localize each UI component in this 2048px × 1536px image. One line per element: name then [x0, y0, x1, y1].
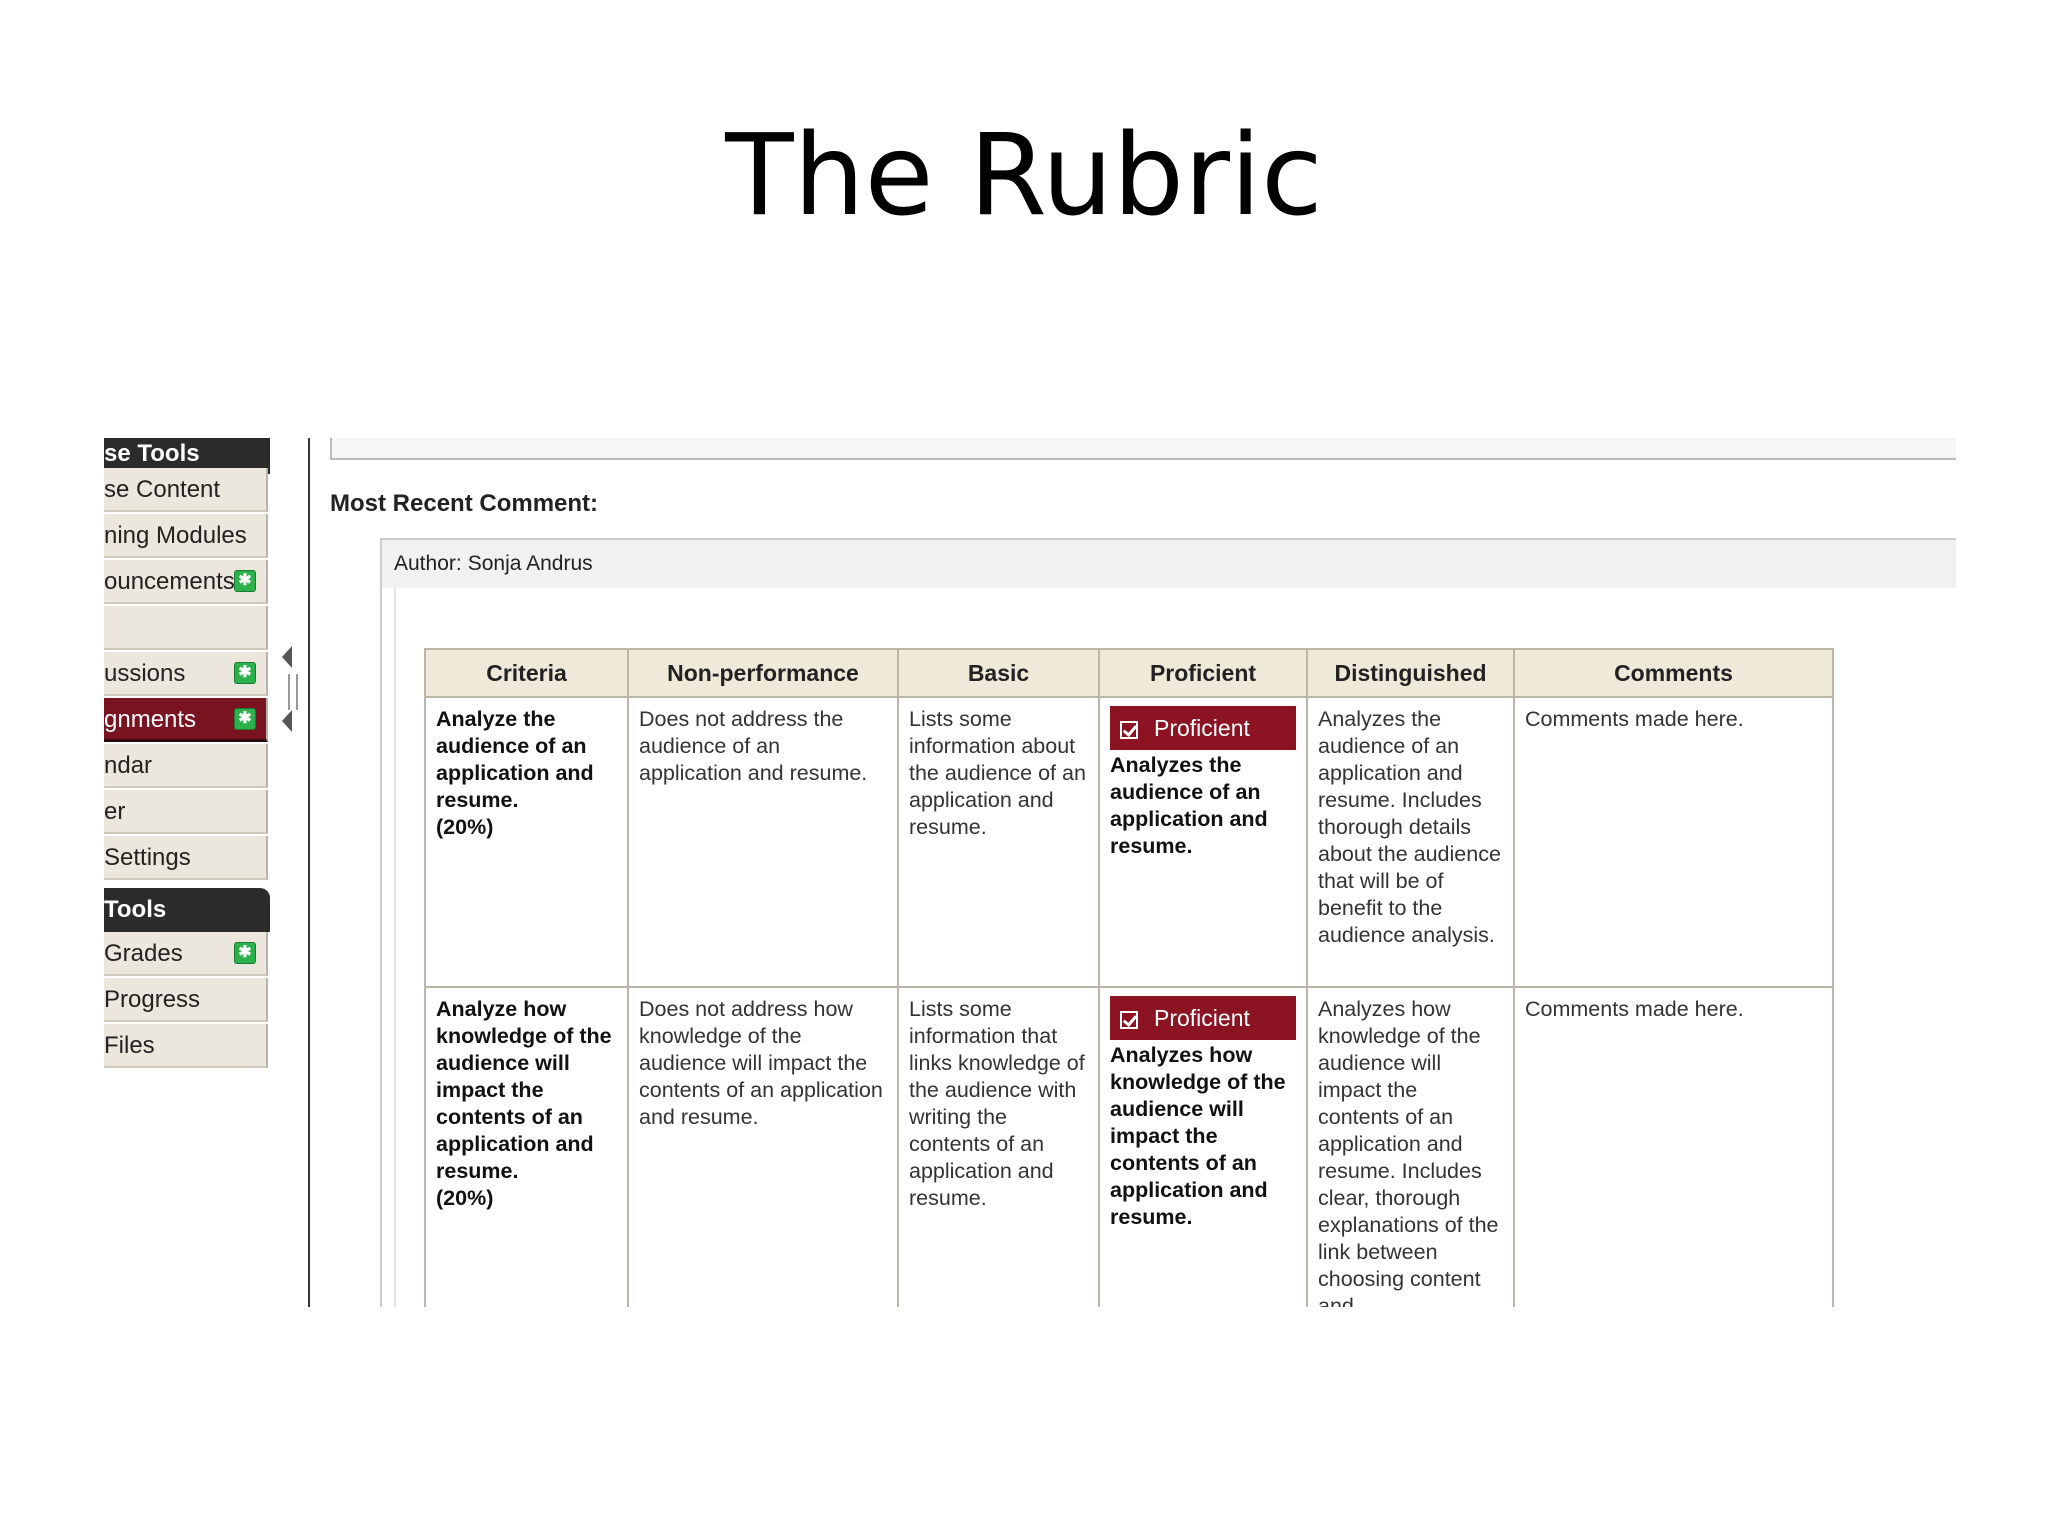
sidebar-item-course-content[interactable]: se Content [104, 468, 268, 512]
author-name: Sonja Andrus [467, 552, 593, 575]
sidebar-item-assignments[interactable]: gnments ✱ [104, 698, 268, 742]
checkbox-checked-icon [1120, 1011, 1138, 1029]
collapse-arrow-icon[interactable] [282, 710, 292, 732]
table-row: Analyze how knowledge of the audience wi… [424, 986, 1834, 1307]
author-bar: Author: Sonja Andrus [382, 538, 1956, 588]
non-performance-cell: Does not address how knowledge of the au… [627, 986, 899, 1307]
column-header-comments: Comments [1513, 648, 1834, 698]
sidebar-item-label: ning Modules [104, 522, 247, 549]
proficient-description: Analyzes how knowledge of the audience w… [1110, 1043, 1286, 1229]
distinguished-cell: Analyzes the audience of an application … [1306, 696, 1515, 988]
sidebar-group-header-tools[interactable]: Tools [104, 888, 270, 932]
sidebar-item-discussions[interactable]: ussions ✱ [104, 652, 268, 696]
new-item-icon: ✱ [234, 570, 256, 592]
sidebar-item-grades[interactable]: Grades ✱ [104, 932, 268, 976]
sidebar-item-label: Progress [104, 986, 201, 1013]
sidebar-item-calendar[interactable]: ndar [104, 744, 268, 788]
author-label: Author: [394, 552, 462, 575]
basic-cell: Lists some information about the audienc… [897, 696, 1100, 988]
column-header-criteria: Criteria [424, 648, 629, 698]
rubric-header-row: Criteria Non-performance Basic Proficien… [424, 648, 1834, 698]
column-header-non-performance: Non-performance [627, 648, 899, 698]
column-header-basic: Basic [897, 648, 1100, 698]
comments-cell: Comments made here. [1513, 986, 1834, 1307]
new-item-icon: ✱ [234, 942, 256, 964]
sidebar-item-label: ouncements [104, 568, 235, 595]
sidebar-item-label: ndar [104, 752, 153, 779]
screenshot-frame: se Tools se Content ning Modules ounceme… [104, 438, 1956, 1307]
column-header-proficient: Proficient [1098, 648, 1308, 698]
non-performance-cell: Does not address the audience of an appl… [627, 696, 899, 988]
course-tools-sidebar: se Tools se Content ning Modules ounceme… [104, 438, 270, 1307]
sidebar-item-label: Grades [104, 940, 183, 967]
new-item-icon: ✱ [234, 662, 256, 684]
sidebar-item-label: Files [104, 1032, 155, 1059]
sidebar-item-label: er [104, 798, 126, 825]
comment-panel: Author: Sonja Andrus Criteria Non-perform… [380, 538, 1956, 1307]
selected-level-badge: Proficient [1110, 706, 1296, 750]
selected-level-label: Proficient [1154, 715, 1250, 741]
selected-level-label: Proficient [1154, 1005, 1250, 1031]
basic-cell: Lists some information that links knowle… [897, 986, 1100, 1307]
proficient-cell: Proficient Analyzes how knowledge of the… [1098, 986, 1308, 1307]
sidebar-item-files[interactable]: Files [104, 1024, 268, 1068]
selected-level-badge: Proficient [1110, 996, 1296, 1040]
sidebar-item-learning-modules[interactable]: ning Modules [104, 514, 268, 558]
panel-divider [394, 588, 396, 1307]
slide-title: The Rubric [725, 111, 1323, 241]
proficient-description: Analyzes the audience of an application … [1110, 753, 1268, 858]
main-content: Most Recent Comment: Author: Sonja Andrus… [310, 438, 1956, 1307]
rubric-table: Criteria Non-performance Basic Proficien… [424, 648, 1834, 1307]
sidebar-item-label: ussions [104, 660, 186, 687]
new-item-icon: ✱ [234, 708, 256, 730]
content-box [330, 438, 1956, 460]
sidebar-item-label: gnments [104, 706, 197, 733]
criteria-cell: Analyze how knowledge of the audience wi… [424, 986, 629, 1307]
sidebar-item-settings[interactable]: Settings [104, 836, 268, 880]
sidebar-item-progress[interactable]: Progress [104, 978, 268, 1022]
sidebar-item-label: Settings [104, 844, 191, 871]
most-recent-comment-heading: Most Recent Comment: [330, 490, 599, 517]
sidebar-item-roster[interactable]: er [104, 790, 268, 834]
distinguished-cell: Analyzes how knowledge of the audience w… [1306, 986, 1515, 1307]
comments-cell: Comments made here. [1513, 696, 1834, 988]
collapse-arrow-icon[interactable] [282, 646, 292, 668]
sidebar-item-blank[interactable] [104, 606, 268, 650]
checkbox-checked-icon [1120, 721, 1138, 739]
column-header-distinguished: Distinguished [1306, 648, 1515, 698]
sidebar-item-announcements[interactable]: ouncements ✱ [104, 560, 268, 604]
sidebar-item-label: se Content [104, 476, 221, 503]
criteria-cell: Analyze the audience of an application a… [424, 696, 629, 988]
proficient-cell: Proficient Analyzes the audience of an a… [1098, 696, 1308, 988]
table-row: Analyze the audience of an application a… [424, 696, 1834, 988]
splitter-grip-icon[interactable] [288, 674, 298, 710]
